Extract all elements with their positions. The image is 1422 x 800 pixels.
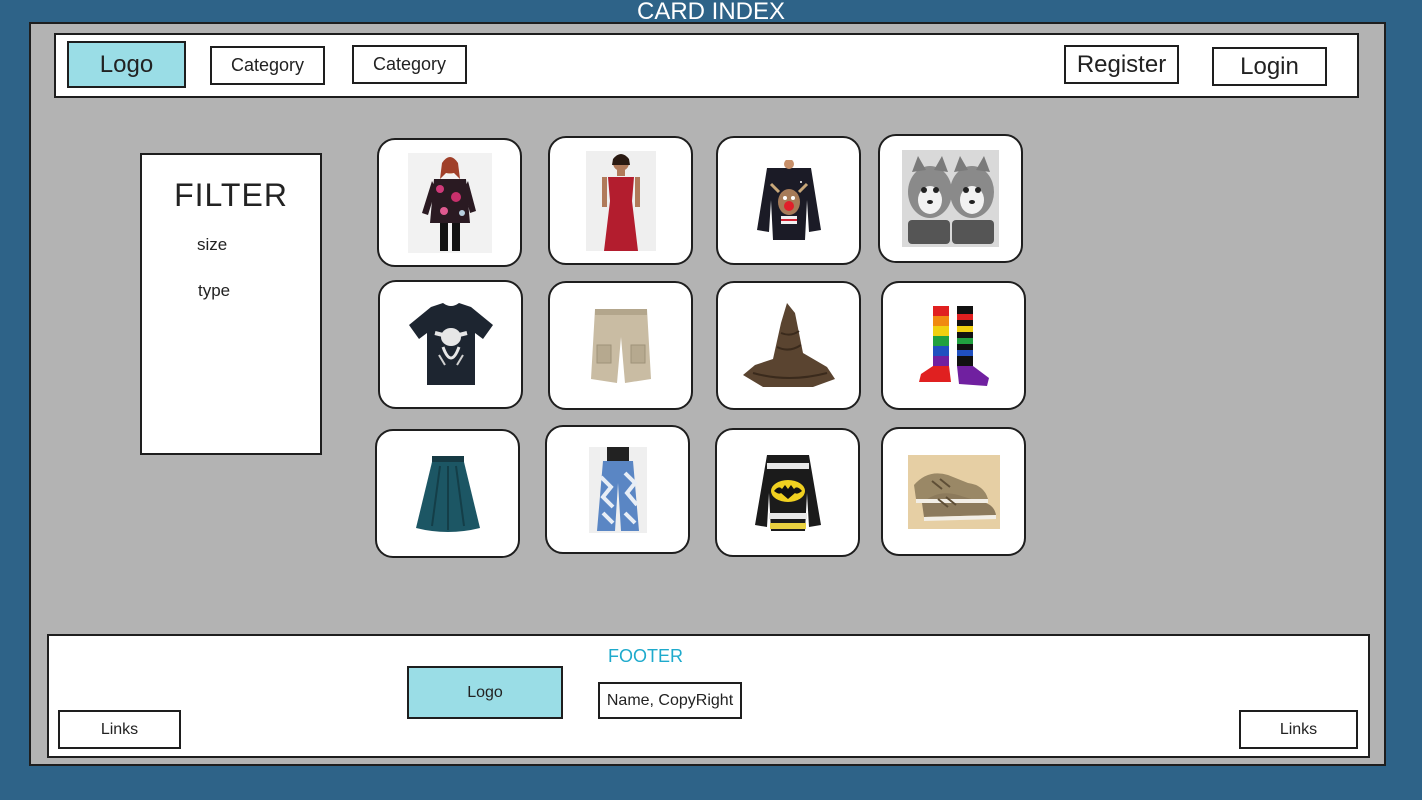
footer-links-label: Links [1279,720,1318,738]
patterned-jeans-image [588,446,647,533]
cargo-shorts-image [590,308,651,383]
footer-logo[interactable]: Logo [407,666,563,719]
header-logo[interactable]: Logo [67,41,186,88]
filter-panel: FILTER size type [140,153,322,455]
footer-links-left[interactable]: Links [58,710,181,749]
footer-logo-label: Logo [467,683,503,701]
yoda-tshirt-image [408,302,493,385]
footer-copyright: Name, CopyRight [598,682,742,719]
sneakers-image [907,454,1000,529]
rainbow-socks-image [918,305,989,386]
nav-category-2[interactable]: Category [352,45,467,84]
filter-title: FILTER [174,177,288,213]
floral-blouse-image [407,152,492,253]
login-label: Login [1240,52,1299,80]
product-card-batman-sweater[interactable] [715,428,860,557]
reindeer-sweater-image [756,159,821,240]
red-dress-image [585,150,656,251]
product-card-floral-blouse[interactable] [377,138,522,267]
nav-category-label: Category [230,55,305,75]
footer-links-label: Links [100,720,139,738]
teal-skirt-image [415,455,480,532]
nav-category-label: Category [372,54,447,74]
batman-sweater-image [754,454,821,531]
product-card-red-dress[interactable] [548,136,693,265]
login-button[interactable]: Login [1212,47,1327,86]
product-card-patterned-jeans[interactable] [545,425,690,554]
product-card-sneakers[interactable] [881,427,1026,556]
filter-option-type[interactable]: type [198,281,230,301]
footer-title: FOOTER [608,646,683,666]
sorting-hat-image [742,302,835,387]
husky-mittens-image [902,150,999,247]
footer-links-right[interactable]: Links [1239,710,1358,749]
product-card-reindeer-sweater[interactable] [716,136,861,265]
nav-category-1[interactable]: Category [210,46,325,85]
header-logo-label: Logo [99,50,154,78]
register-button[interactable]: Register [1064,45,1179,84]
product-card-sorting-hat[interactable] [716,281,861,410]
product-card-yoda-tshirt[interactable] [378,280,523,409]
page-title: CARD INDEX [636,0,786,25]
product-card-rainbow-socks[interactable] [881,281,1026,410]
product-card-cargo-shorts[interactable] [548,281,693,410]
product-card-husky-mittens[interactable] [878,134,1023,263]
product-card-teal-skirt[interactable] [375,429,520,558]
register-label: Register [1076,50,1167,78]
filter-option-size[interactable]: size [197,235,227,255]
